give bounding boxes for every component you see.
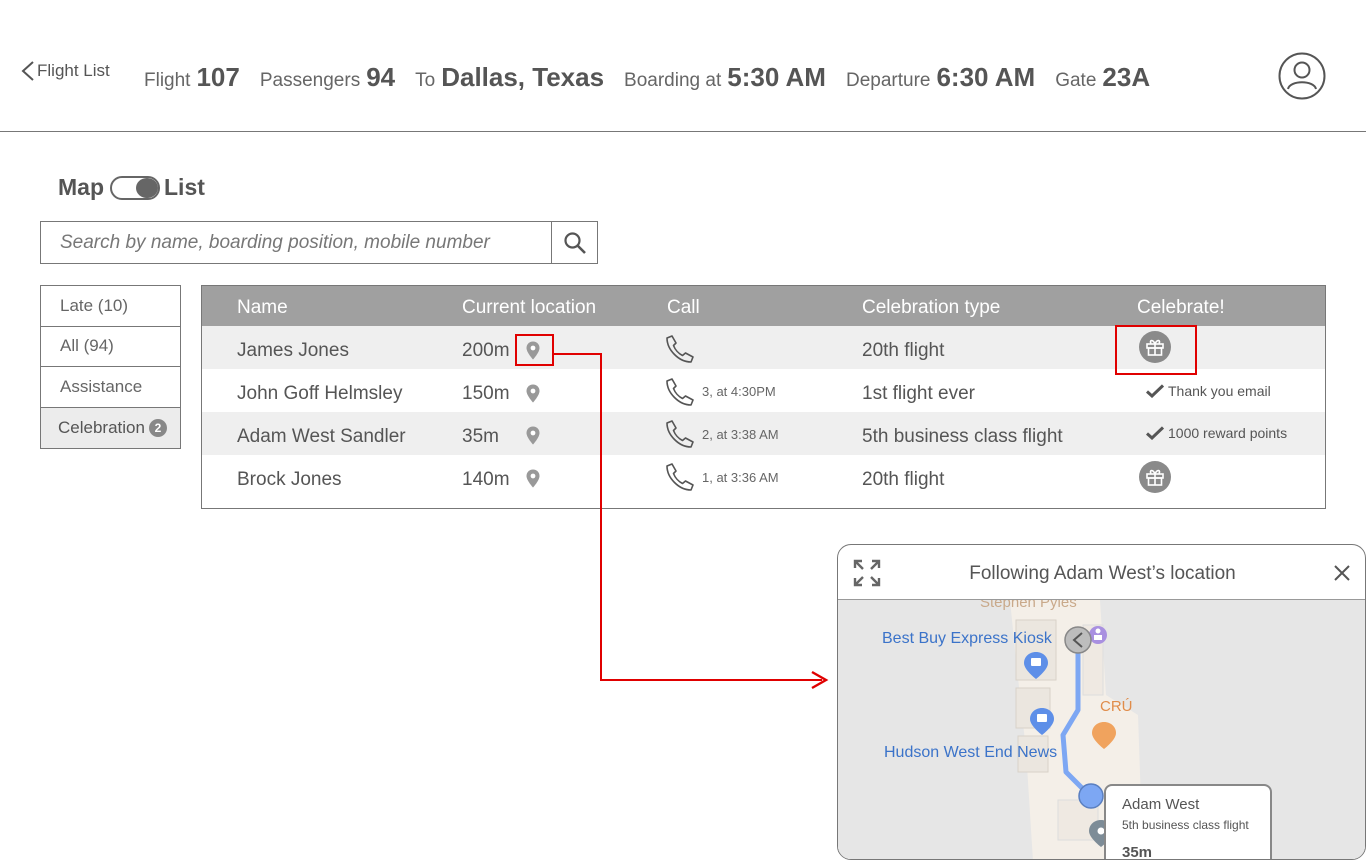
passenger-name: James Jones (237, 340, 349, 361)
departure-stat: Departure 6:30 AM (846, 62, 1035, 93)
gift-icon (1146, 469, 1164, 486)
user-avatar-icon[interactable] (1278, 52, 1326, 100)
tab-label: Celebration (58, 417, 145, 437)
celebration-done-text: Thank you email (1168, 383, 1271, 399)
celebration-done: Thank you email (1146, 383, 1271, 399)
celebration-type: 20th flight (862, 340, 945, 361)
gate-label: Gate (1055, 70, 1097, 91)
passengers-label: Passengers (259, 70, 361, 91)
departure-label: Departure (845, 70, 931, 91)
search-icon (563, 231, 586, 254)
departure-value: 6:30 AM (936, 62, 1036, 92)
tab-label: Assistance (60, 376, 143, 396)
phone-icon[interactable] (665, 462, 695, 492)
map-label-cru: CRÚ (1100, 698, 1133, 715)
check-icon (1146, 384, 1164, 398)
flight-summary: Flight 107 Passengers 94 To Dallas, Texa… (144, 62, 1170, 93)
celebration-done: 1000 reward points (1146, 425, 1287, 441)
celebrate-highlight-box (1115, 325, 1197, 375)
gate-value: 23A (1102, 62, 1151, 92)
search-input[interactable] (41, 222, 551, 263)
boarding-label: Boarding at (624, 70, 722, 91)
celebration-type: 5th business class flight (862, 426, 1063, 447)
search-bar (40, 221, 598, 264)
map-list-switch[interactable] (110, 175, 160, 200)
switch-knob (136, 177, 158, 198)
phone-icon[interactable] (665, 419, 695, 449)
column-header-location: Current location (462, 297, 597, 318)
tab-all[interactable]: All (94) (41, 327, 180, 367)
table-row[interactable]: John Goff Helmsley 150m 3, at 4:30PM 1st… (202, 369, 1325, 412)
passenger-table: Name Current location Call Celebration t… (201, 285, 1326, 509)
passenger-distance: 35m (462, 426, 499, 447)
back-label: Flight List (37, 61, 110, 80)
chevron-left-icon (21, 61, 34, 81)
destination-stat: To Dallas, Texas (415, 62, 604, 93)
table-row[interactable]: Brock Jones 140m 1, at 3:36 AM 20th flig… (202, 455, 1325, 498)
map-label-best-buy: Best Buy Express Kiosk (882, 630, 1052, 647)
map-view-label[interactable]: Map (58, 174, 104, 201)
location-pin-icon[interactable] (526, 469, 540, 488)
search-button[interactable] (551, 222, 597, 263)
map-panel-header: Following Adam West’s location (838, 545, 1365, 600)
location-pin-icon[interactable] (526, 384, 540, 403)
phone-icon[interactable] (665, 334, 695, 364)
celebrate-button[interactable] (1139, 461, 1171, 493)
celebration-type: 20th flight (862, 469, 945, 490)
gate-stat: Gate 23A (1055, 62, 1150, 93)
boarding-value: 5:30 AM (727, 62, 826, 92)
header: Flight List Flight 107 Passengers 94 To … (0, 0, 1366, 132)
view-toggle: Map List (58, 174, 205, 201)
passengers-stat: Passengers 94 (260, 62, 395, 93)
location-pin-icon[interactable] (526, 426, 540, 445)
column-header-celebration-type: Celebration type (862, 297, 1001, 318)
tab-late[interactable]: Late (10) (41, 286, 180, 327)
close-icon[interactable] (1333, 564, 1351, 582)
passenger-name: John Goff Helmsley (237, 383, 403, 404)
passenger-distance: 150m (462, 383, 510, 404)
destination-value: Dallas, Texas (441, 62, 605, 92)
celebration-done-text: 1000 reward points (1168, 425, 1288, 441)
call-attempts: 3, at 4:30PM (702, 384, 776, 399)
flight-label: Flight (144, 70, 191, 91)
column-header-call: Call (667, 297, 700, 318)
column-header-name: Name (237, 297, 288, 318)
popup-celebration-type: 5th business class flight (1122, 818, 1249, 832)
passenger-name: Brock Jones (237, 469, 342, 490)
popup-distance: 35m (1122, 844, 1153, 860)
map-label-top: Stephen Pyles (980, 600, 1077, 611)
map-label-hudson: Hudson West End News (884, 744, 1058, 761)
check-icon (1146, 426, 1164, 440)
passenger-name: Adam West Sandler (237, 426, 406, 447)
celebration-type: 1st flight ever (862, 383, 975, 404)
call-attempts: 2, at 3:38 AM (702, 427, 779, 442)
tab-assistance[interactable]: Assistance (41, 367, 180, 408)
table-row[interactable]: Adam West Sandler 35m 2, at 3:38 AM 5th … (202, 412, 1325, 455)
passengers-value: 94 (366, 62, 396, 92)
passenger-distance: 200m (462, 340, 510, 361)
tab-label: Late (10) (60, 295, 129, 315)
count-badge: 2 (148, 418, 167, 437)
passenger-distance: 140m (462, 469, 510, 490)
tab-label: All (94) (60, 336, 114, 356)
tab-celebration[interactable]: Celebration 2 (41, 407, 180, 448)
map-view[interactable]: Stephen Pyles Best Buy Express Kiosk CRÚ… (838, 600, 1365, 860)
call-attempts: 1, at 3:36 AM (702, 470, 779, 485)
back-to-flight-list-link[interactable]: Flight List (20, 60, 110, 82)
map-panel-title: Following Adam West’s location (969, 563, 1236, 584)
phone-icon[interactable] (665, 377, 695, 407)
list-view-label[interactable]: List (164, 174, 205, 201)
passenger-location-popup[interactable]: Adam West 5th business class flight 35m (1104, 784, 1272, 860)
boarding-stat: Boarding at 5:30 AM (624, 62, 826, 93)
flight-value: 107 (196, 62, 240, 92)
table-header: Name Current location Call Celebration t… (202, 286, 1325, 326)
popup-passenger-name: Adam West (1122, 796, 1200, 813)
location-map-panel: Following Adam West’s location Stephen P… (837, 544, 1366, 860)
flight-stat: Flight 107 (144, 62, 240, 93)
destination-label: To (415, 70, 436, 91)
location-highlight-box (515, 334, 554, 366)
column-header-celebrate: Celebrate! (1137, 297, 1225, 318)
filter-tabs: Late (10) All (94) Assistance Celebratio… (40, 285, 181, 449)
